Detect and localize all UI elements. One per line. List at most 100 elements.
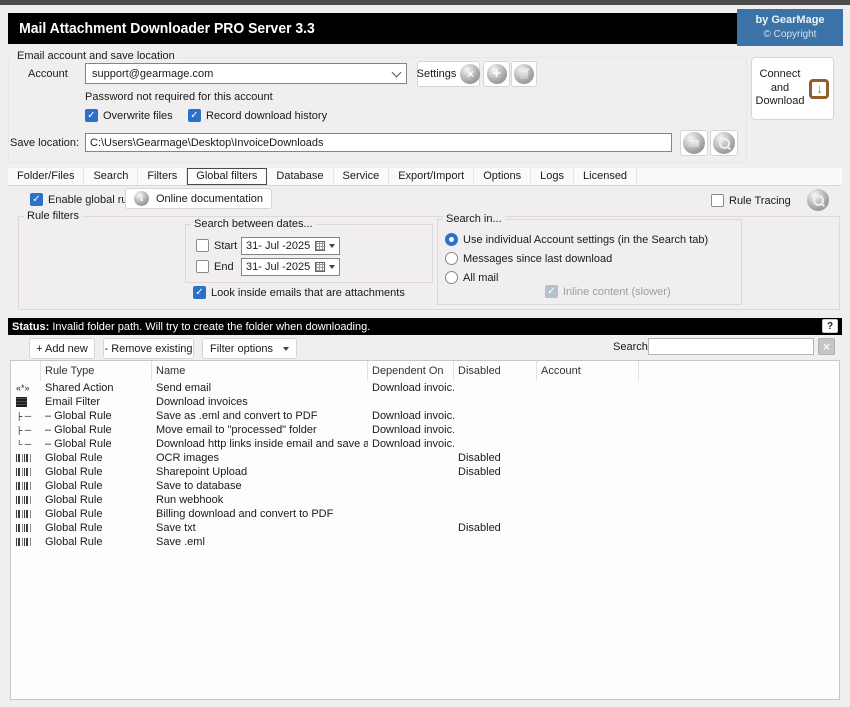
radio-icon[interactable]	[445, 233, 458, 246]
radio-option-use-individual-account-setting[interactable]: Use individual Account settings (in the …	[445, 233, 735, 246]
cell-name: Billing download and convert to PDF	[152, 508, 368, 520]
cell-name: Save txt	[152, 522, 368, 534]
table-row[interactable]: «*»Shared ActionSend emailDownload invoi…	[11, 381, 839, 395]
help-button[interactable]: ?	[822, 319, 838, 333]
tab-global-filters[interactable]: Global filters	[187, 168, 267, 185]
radio-option-messages-since-last-download[interactable]: Messages since last download	[445, 252, 735, 265]
tree-branch-icon: ├ ─	[16, 412, 31, 421]
cell-name: Save .eml	[152, 536, 368, 548]
start-date-label: Start	[214, 240, 237, 252]
radio-label: Messages since last download	[463, 253, 612, 265]
clear-search-button[interactable]	[818, 338, 835, 355]
calendar-icon	[315, 241, 325, 251]
cell-name: Sharepoint Upload	[152, 466, 368, 478]
cell-dependent-on: Download invoic...	[368, 382, 454, 394]
filter-options-label: Filter options	[210, 343, 273, 355]
column-header-rule-type[interactable]: Rule Type	[41, 361, 152, 381]
search-label: Search	[613, 341, 648, 353]
filter-options-button[interactable]: Filter options	[202, 338, 297, 359]
table-row[interactable]: Global RuleRun webhook	[11, 493, 839, 507]
account-combobox[interactable]: support@gearmage.com	[85, 63, 407, 84]
tab-filters[interactable]: Filters	[138, 168, 187, 185]
start-date-checkbox[interactable]	[196, 239, 209, 252]
cell-name: Run webhook	[152, 494, 368, 506]
table-row[interactable]: ├ ─– Global RuleMove email to "processed…	[11, 423, 839, 437]
end-date-checkbox[interactable]	[196, 260, 209, 273]
delete-account-button[interactable]	[511, 61, 537, 87]
radio-label: Use individual Account settings (in the …	[463, 234, 708, 246]
tab-logs[interactable]: Logs	[531, 168, 574, 185]
online-documentation-button[interactable]: i Online documentation	[125, 188, 272, 209]
remove-existing-button[interactable]: - Remove existing	[103, 338, 194, 359]
column-header-account[interactable]: Account	[537, 361, 639, 381]
look-inside-checkbox[interactable]	[193, 286, 206, 299]
table-row[interactable]: Global RuleSave to database	[11, 479, 839, 493]
cell-disabled: Disabled	[454, 452, 537, 464]
radio-option-all-mail[interactable]: All mail	[445, 271, 735, 284]
tab-strip: Folder/FilesSearchFiltersGlobal filtersD…	[8, 168, 842, 186]
overwrite-files-checkbox[interactable]	[85, 109, 98, 122]
rule-tracing-checkbox[interactable]	[711, 194, 724, 207]
end-date-label: End	[214, 261, 234, 273]
end-date-picker[interactable]: 31- Jul -2025	[241, 258, 340, 276]
cell-name: Save to database	[152, 480, 368, 492]
cell-name: Send email	[152, 382, 368, 394]
add-account-button[interactable]: +	[483, 61, 510, 87]
title-bar: Mail Attachment Downloader PRO Server 3.…	[8, 13, 842, 44]
preview-folder-button[interactable]	[710, 130, 738, 156]
column-header-disabled[interactable]: Disabled	[454, 361, 537, 381]
tab-licensed[interactable]: Licensed	[574, 168, 637, 185]
table-row[interactable]: Global RuleBilling download and convert …	[11, 507, 839, 521]
rules-search-input[interactable]	[648, 338, 814, 355]
record-history-label: Record download history	[206, 110, 327, 122]
brand-copyright: © Copyright	[764, 28, 817, 42]
cell-rule-type: Global Rule	[41, 508, 152, 520]
magnifier-icon	[713, 132, 735, 154]
barcode-icon	[16, 454, 32, 462]
connect-and-download-button[interactable]: Connect and Download ↓	[751, 57, 834, 120]
cell-rule-type: Global Rule	[41, 522, 152, 534]
table-row[interactable]: Email FilterDownload invoices	[11, 395, 839, 409]
status-label: Status:	[12, 321, 49, 333]
tab-search[interactable]: Search	[84, 168, 138, 185]
settings-button[interactable]: Settings ×	[417, 61, 480, 87]
enable-global-rule-filters-checkbox[interactable]	[30, 193, 43, 206]
connect-line-1: Connect	[760, 68, 801, 82]
inline-content-checkbox[interactable]	[545, 285, 558, 298]
tab-service[interactable]: Service	[334, 168, 390, 185]
table-row[interactable]: Global RuleOCR imagesDisabled	[11, 451, 839, 465]
tab-database[interactable]: Database	[267, 168, 333, 185]
column-header-dependent-on[interactable]: Dependent On	[368, 361, 454, 381]
barcode-icon	[16, 510, 32, 518]
table-row[interactable]: Global RuleSave txt Disabled	[11, 521, 839, 535]
table-row[interactable]: ├ ─– Global RuleSave as .eml and convert…	[11, 409, 839, 423]
window-top-edge	[0, 0, 850, 5]
tab-options[interactable]: Options	[474, 168, 531, 185]
tab-export-import[interactable]: Export/Import	[389, 168, 474, 185]
column-header-icon[interactable]	[11, 361, 41, 381]
add-new-button[interactable]: + Add new	[29, 338, 95, 359]
table-row[interactable]: Global RuleSharepoint UploadDisabled	[11, 465, 839, 479]
save-location-input[interactable]	[85, 133, 672, 152]
rule-tracing-search-button[interactable]	[807, 189, 829, 211]
radio-icon[interactable]	[445, 271, 458, 284]
tab-folder-files[interactable]: Folder/Files	[8, 168, 84, 185]
barcode-icon	[16, 496, 32, 504]
email-account-group-label: Email account and save location	[14, 50, 178, 62]
inline-content-label: Inline content (slower)	[563, 286, 671, 298]
chevron-down-icon	[392, 67, 402, 77]
settings-gear-icon: ×	[460, 64, 480, 84]
radio-icon[interactable]	[445, 252, 458, 265]
brand-name: by GearMage	[755, 13, 824, 28]
table-row[interactable]: └ ─– Global RuleDownload http links insi…	[11, 437, 839, 451]
calendar-icon	[315, 262, 325, 272]
cell-rule-type: – Global Rule	[41, 410, 152, 422]
table-row[interactable]: Global RuleSave .eml	[11, 535, 839, 549]
column-header-name[interactable]: Name	[152, 361, 368, 381]
cell-dependent-on: Download invoic...	[368, 424, 454, 436]
record-history-checkbox[interactable]	[188, 109, 201, 122]
browse-folder-button[interactable]	[680, 130, 708, 156]
add-new-label: + Add new	[36, 343, 88, 355]
cell-disabled: Disabled	[454, 522, 537, 534]
start-date-picker[interactable]: 31- Jul -2025	[241, 237, 340, 255]
